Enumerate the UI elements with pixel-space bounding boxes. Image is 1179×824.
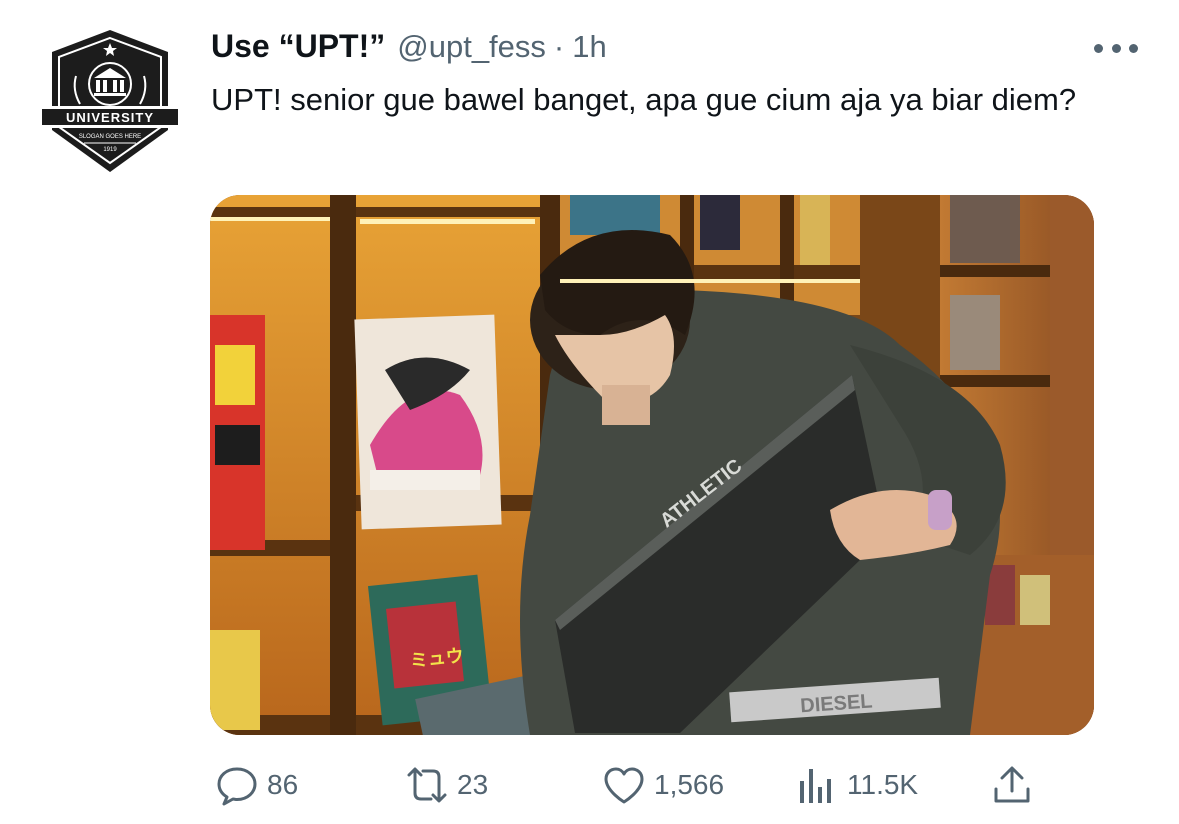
more-dot [1094,43,1103,53]
reply-count: 86 [267,769,299,800]
tweet-media-image[interactable]: ミュウ ATHLETIC DIESEL [210,195,1094,735]
views-count: 11.5K [847,769,919,800]
separator-dot: · [553,29,565,64]
share-button[interactable] [990,760,1034,810]
views-icon [800,769,831,803]
avatar[interactable]: UNIVERSITY SLOGAN GOES HERE 1919 [36,26,184,174]
tweet-header: Use “UPT!” @upt_fess · 1h [211,28,607,70]
share-icon [994,766,1030,803]
reply-button[interactable]: 86 [215,760,298,810]
retweet-button[interactable]: 23 [405,760,488,810]
photo-record-store: ミュウ ATHLETIC DIESEL [210,195,1094,735]
avatar-slogan: SLOGAN GOES HERE [79,134,141,140]
like-button[interactable]: 1,566 [602,760,724,810]
like-count: 1,566 [654,769,725,800]
university-logo-icon: UNIVERSITY SLOGAN GOES HERE 1919 [39,30,181,172]
views-button[interactable]: 11.5K [795,760,918,810]
more-dot [1129,43,1138,53]
user-handle[interactable]: @upt_fess [397,29,546,65]
avatar-year: 1919 [103,147,117,153]
display-name[interactable]: Use “UPT!” [211,28,385,65]
retweet-icon [407,767,447,803]
more-dot [1111,43,1121,53]
reply-icon [217,767,257,806]
more-options-icon[interactable] [1094,40,1138,56]
retweet-count: 23 [457,769,489,800]
tweet-text: UPT! senior gue bawel banget, apa gue ci… [211,82,1077,117]
tweet-time[interactable]: 1h [572,29,606,65]
tweet-actions: 86 23 1,566 11.5K [0,760,1179,810]
like-icon [604,767,644,804]
avatar-logo-text: UNIVERSITY [66,110,154,125]
